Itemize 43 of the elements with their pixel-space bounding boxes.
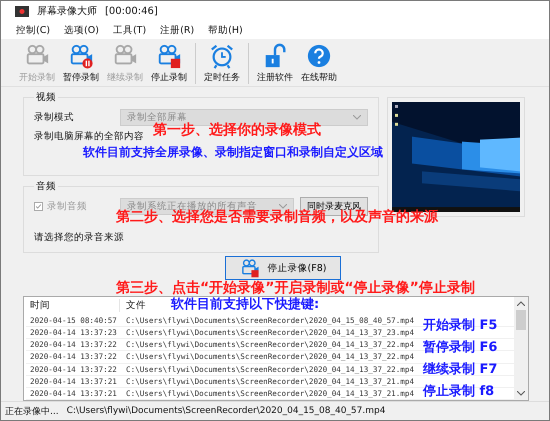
annotation-text: 继续录制 F7 [423,363,498,376]
group-title: 音频 [35,180,57,194]
scroll-down-icon[interactable] [517,391,525,396]
audio-source-hint: 请选择您的录音来源 [34,231,124,244]
camera-stop-icon [156,43,182,70]
column-header[interactable]: 文件 [120,299,146,312]
checkbox-icon [34,202,43,211]
recording-timer: [00:00:46] [105,6,158,17]
camera-stop-icon [240,258,260,278]
group-title: 视频 [35,91,57,104]
scroll-up-icon[interactable] [517,301,525,306]
annotation-text: 开始录制 F5 [423,319,498,332]
toolbar-button[interactable]: 定时任务 [195,43,244,84]
help-icon [306,43,332,70]
menu-item[interactable]: 注册(R) [155,24,200,37]
annotation-text: 第三步、点击“开始录像”开启录制或“停止录像”停止录制 [116,281,475,295]
scrollbar[interactable] [514,297,528,400]
alarm-clock-icon [209,43,235,70]
column-header[interactable]: 时间 [26,299,120,312]
camera-pause-icon [68,43,94,70]
scroll-thumb[interactable] [516,310,526,330]
stop-recording-button[interactable]: 停止录像(F8) [225,256,341,280]
toolbar-button[interactable]: 停止录制 [147,43,191,84]
status-text: 正在录像中... [5,406,59,418]
window-title: 屏幕录像大师 [37,4,97,18]
annotation-text: 停止录制 f8 [423,385,494,398]
toolbar-button[interactable]: 注册软件 [248,43,297,84]
menu-item[interactable]: 控制(C) [11,24,56,37]
annotation-text: 暂停录制 F6 [423,341,498,354]
annotation-text: 软件目前支持以下快捷键: [171,298,320,311]
dropdown-caret-icon [279,204,287,209]
field-label: 录制模式 [34,110,75,124]
annotation-text: 软件目前支持全屏录像、录制指定窗口和录制自定义区域 [83,146,383,158]
annotation-text: 第一步、选择你的录像模式 [153,123,321,137]
toolbar-button[interactable]: 暂停录制 [59,43,103,84]
menu-item[interactable]: 帮助(H) [203,24,248,37]
menu-item[interactable]: 工具(T) [108,24,152,37]
app-icon [15,6,29,17]
dropdown-caret-icon [353,114,361,120]
status-path: C:\Users\flywi\Documents\ScreenRecorder\2020_04_15_08_40_57.mp4 [66,406,386,416]
mode-description: 录制电脑屏幕的全部内容 [34,130,144,144]
menu-item[interactable]: 选项(O) [59,24,104,37]
toolbar-button[interactable]: 在线帮助 [297,43,341,84]
